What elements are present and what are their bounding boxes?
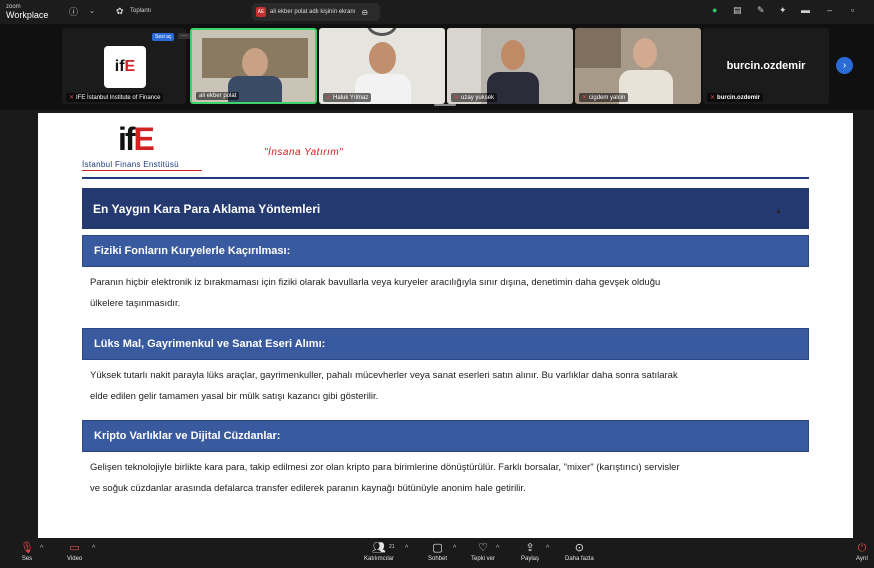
participants-options-caret[interactable]: ^	[405, 545, 408, 552]
video-tile-haluk[interactable]: ✕ Haluk Yılmaz	[319, 28, 445, 104]
effects-icon[interactable]: ✦	[779, 5, 787, 16]
video-tile-cigdem[interactable]: ✕ cigdem yalcin	[575, 28, 701, 104]
mic-muted-icon: ✕	[326, 95, 332, 101]
slide-title: En Yaygın Kara Para Aklama Yöntemleri	[82, 188, 809, 229]
react-button[interactable]: ♡ Tepki ver	[471, 541, 495, 562]
minimize-icon[interactable]: –	[827, 5, 832, 15]
meetings-label[interactable]: Toplantı	[130, 8, 151, 14]
meeting-tab[interactable]: AE ali ekber polat adlı kişinin ekranı ⊖	[252, 3, 380, 21]
tile-name: ✕ IFE İstanbul Institute of Finance	[66, 93, 164, 102]
share-button[interactable]: ⇪ Paylaş	[521, 541, 539, 562]
participant-face	[501, 40, 525, 70]
window-icon[interactable]: ▬	[801, 5, 810, 15]
notes-icon[interactable]: ▤	[733, 5, 742, 16]
chat-options-caret[interactable]: ^	[453, 545, 456, 552]
section-body-2: Yüksek tutarlı nakit parayla lüks araçla…	[90, 370, 678, 402]
slogan: "İnsana Yatırım"	[264, 147, 344, 158]
board-background	[575, 28, 621, 68]
app-brand: zoom Workplace	[6, 3, 49, 20]
header-divider	[82, 177, 809, 179]
meeting-tab-title: ali ekber polat adlı kişinin ekranı	[270, 9, 356, 15]
video-button[interactable]: ▭ Video	[67, 541, 82, 562]
video-tile-burcin[interactable]: burcin.ozdemir ✕ burcin.ozdemir	[703, 28, 829, 104]
video-off-icon: ▭	[69, 542, 80, 554]
mic-muted-icon: ✕	[710, 95, 716, 101]
share-options-caret[interactable]: ^	[546, 545, 549, 552]
maximize-icon[interactable]: ▫	[851, 5, 854, 15]
tile-name: ✕ uzay yuksek	[451, 93, 498, 102]
more-icon[interactable]: ⊖	[361, 8, 368, 17]
chat-icon: ▢	[432, 542, 443, 554]
share-screen-icon: ⇪	[525, 542, 535, 554]
video-tile-uzay[interactable]: ✕ uzay yuksek	[447, 28, 573, 104]
mic-muted-icon: ✕	[454, 95, 460, 101]
video-options-caret[interactable]: ^	[92, 545, 95, 552]
heart-icon: ♡	[478, 542, 488, 554]
ife-slide-logo: ifE İstanbul Finans Enstitüsü	[82, 119, 204, 175]
video-gallery: if E ✕ IFE İstanbul Institute of Finance S…	[0, 24, 874, 110]
participants-icon: 👥︎	[372, 542, 386, 554]
more-button[interactable]: ⊙ Daha fazla	[565, 541, 594, 562]
tile-name: ali ekber polat	[196, 92, 240, 100]
participant-name-large: burcin.ozdemir	[726, 60, 806, 72]
leave-button[interactable]: ⏻ Ayrıl	[856, 541, 868, 562]
tile-name: ✕ burcin.ozdemir	[707, 93, 764, 102]
title-bar: zoom Workplace ⓘ ⌄ ✿ Toplantı AE ali ekb…	[0, 0, 874, 24]
ife-logo: if E	[104, 46, 146, 88]
mouse-cursor-icon: ▲	[775, 208, 782, 215]
info-icon[interactable]: ⓘ	[69, 5, 78, 18]
video-tile-ali[interactable]: ali ekber polat	[190, 28, 317, 104]
meeting-controls: 🎙︎ Ses ^ ▭ Video ^ 👥︎ Katılımcılar 21 ^ …	[0, 538, 874, 568]
shared-screen-slide: ifE İstanbul Finans Enstitüsü "İnsana Ya…	[38, 113, 853, 538]
participant-face	[242, 48, 268, 78]
tile-more-button[interactable]: ···	[178, 33, 190, 39]
tile-name: ✕ Haluk Yılmaz	[323, 93, 372, 102]
meeting-tab-badge: AE	[256, 7, 266, 17]
participant-face	[633, 38, 657, 68]
chevron-right-icon: ›	[842, 60, 847, 71]
shield-icon[interactable]: ●	[712, 5, 717, 15]
participant-face	[369, 42, 396, 74]
brand-line2: Workplace	[6, 10, 49, 20]
mic-muted-icon: 🎙︎	[20, 542, 34, 554]
unmute-button[interactable]: Sesi aç	[152, 33, 175, 41]
section-body-1: Paranın hiçbir elektronik iz bırakmaması…	[90, 277, 661, 309]
section-body-3: Gelişen teknolojiyle birlikte kara para,…	[90, 462, 680, 494]
react-options-caret[interactable]: ^	[496, 545, 499, 552]
chat-button[interactable]: ▢ Sohbet	[428, 541, 447, 562]
participants-count: 21	[389, 544, 395, 550]
leave-icon: ⏻	[857, 542, 867, 554]
wall-clock	[367, 28, 397, 36]
next-page-button[interactable]: ›	[836, 57, 853, 74]
meetings-icon[interactable]: ✿	[116, 6, 124, 17]
audio-options-caret[interactable]: ^	[40, 545, 43, 552]
tile-name: ✕ cigdem yalcin	[579, 93, 629, 102]
annotate-icon[interactable]: ✎	[757, 5, 765, 16]
mic-muted-icon: ✕	[582, 95, 588, 101]
section-heading-2: Lüks Mal, Gayrimenkul ve Sanat Eseri Alı…	[82, 328, 809, 360]
logo-subtitle: İstanbul Finans Enstitüsü	[82, 160, 202, 171]
mic-muted-icon: ✕	[69, 95, 75, 101]
more-icon: ⊙	[574, 542, 584, 554]
section-heading-1: Fiziki Fonların Kuryelerle Kaçırılması:	[82, 235, 809, 267]
audio-button[interactable]: 🎙︎ Ses	[20, 541, 34, 562]
resize-handle[interactable]	[434, 104, 456, 106]
chevron-down-icon[interactable]: ⌄	[89, 7, 95, 15]
section-heading-3: Kripto Varlıklar ve Dijital Cüzdanlar:	[82, 420, 809, 452]
